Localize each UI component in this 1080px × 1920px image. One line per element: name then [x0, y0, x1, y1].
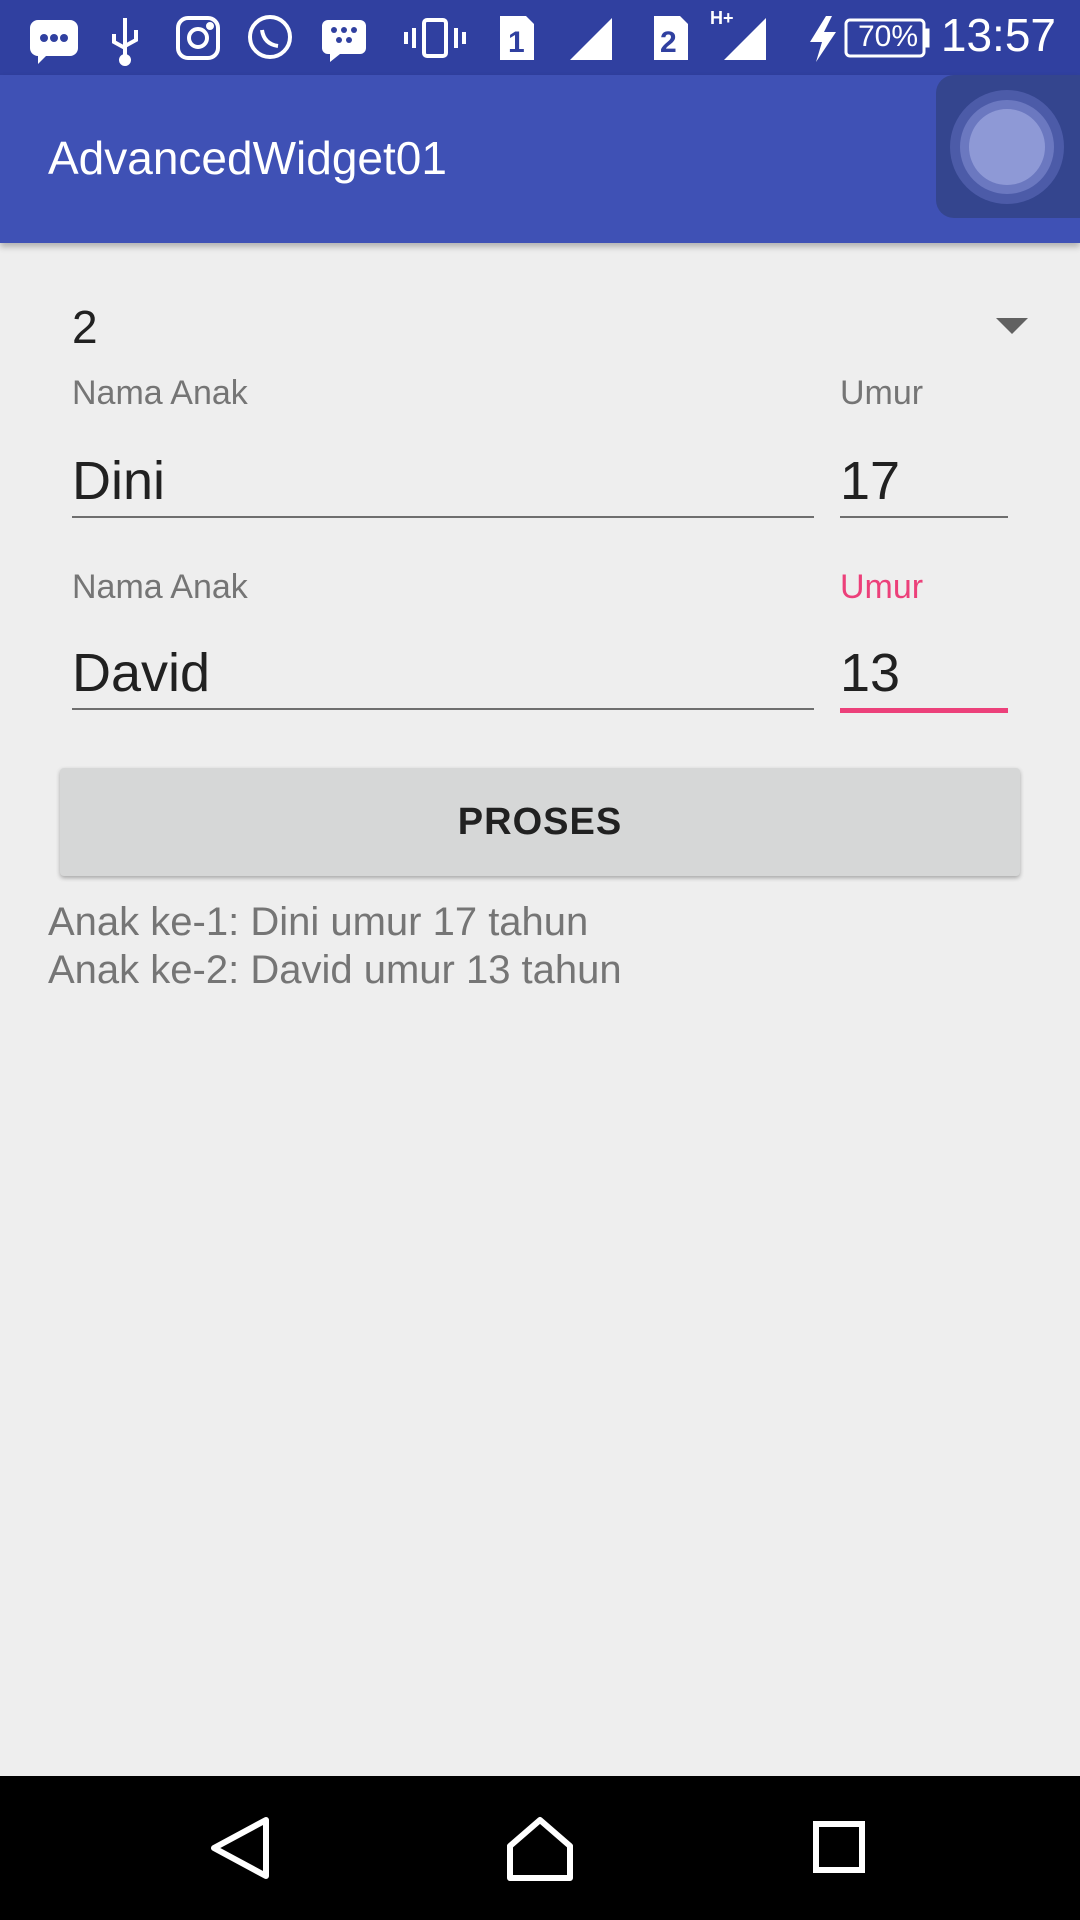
recents-icon[interactable]: [800, 1812, 880, 1884]
svg-text:2: 2: [660, 26, 677, 59]
svg-text:1: 1: [508, 26, 525, 59]
child-age-label: Umur: [840, 374, 924, 412]
navigation-bar: [0, 1776, 1080, 1920]
child-name-label: Nama Anak: [72, 374, 248, 412]
bbm-icon: [322, 20, 366, 62]
status-bar: 1 2 H+ 70% 13:57: [0, 0, 1080, 75]
signal-icon: [570, 18, 612, 60]
app-bar: AdvancedWidget01: [0, 75, 1080, 243]
child-name-input[interactable]: [72, 638, 814, 708]
result-line: Anak ke-2: David umur 13 tahun: [48, 948, 622, 992]
spinner-selected-value: 2: [72, 301, 98, 353]
child-age-field-focused[interactable]: [840, 638, 1008, 713]
child-age-label: Umur: [840, 568, 924, 606]
child-name-field[interactable]: [72, 638, 814, 710]
proses-button[interactable]: PROSES: [60, 768, 1020, 876]
child-name-input[interactable]: [72, 446, 814, 516]
home-icon[interactable]: [500, 1812, 580, 1884]
child-name-label: Nama Anak: [72, 568, 248, 606]
app-title: AdvancedWidget01: [48, 132, 447, 184]
signal-hplus-icon: H+: [710, 8, 766, 60]
child-age-field[interactable]: [840, 446, 1008, 518]
vibrate-icon: [404, 18, 466, 58]
charging-icon: [810, 16, 836, 62]
dropdown-arrow-icon: [996, 318, 1028, 334]
usb-icon: [112, 18, 138, 66]
clock: 13:57: [940, 9, 1056, 61]
battery-percentage: 70%: [858, 20, 919, 53]
child-name-field[interactable]: [72, 446, 814, 518]
assistive-touch-button[interactable]: [936, 75, 1080, 218]
result-line: Anak ke-1: Dini umur 17 tahun: [48, 900, 589, 944]
children-count-spinner[interactable]: 2: [48, 280, 1028, 370]
svg-text:H+: H+: [710, 8, 734, 28]
child-age-input[interactable]: [840, 446, 1008, 516]
sim1-icon: 1: [500, 16, 534, 60]
back-icon[interactable]: [200, 1812, 280, 1884]
whatsapp-icon: [248, 15, 292, 59]
message-icon: [30, 20, 78, 64]
sim2-icon: 2: [654, 16, 688, 60]
instagram-icon: [176, 16, 220, 60]
child-age-input[interactable]: [840, 638, 1008, 708]
assistive-touch-ring-icon: [950, 90, 1064, 204]
